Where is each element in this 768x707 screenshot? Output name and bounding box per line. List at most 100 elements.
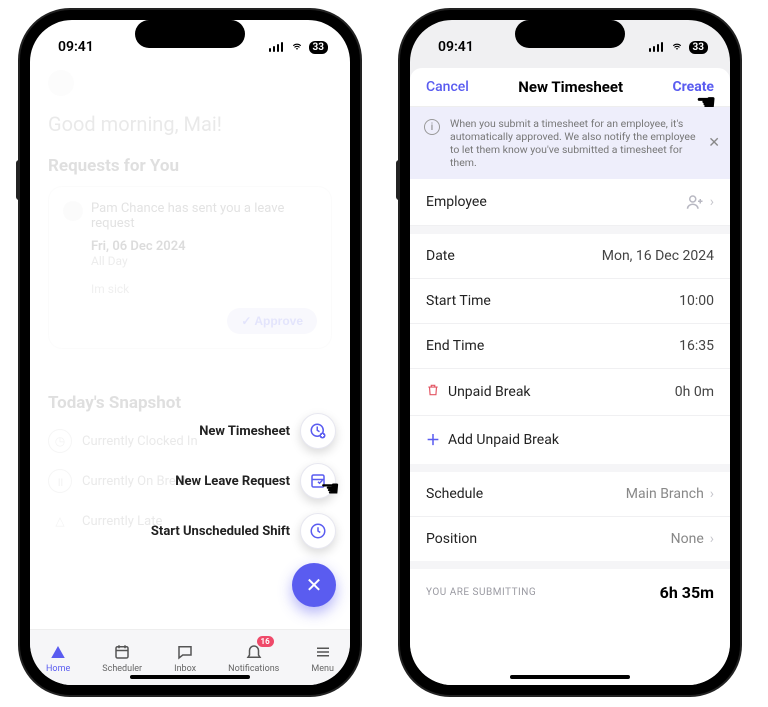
fab-shift-row[interactable]: Start Unscheduled Shift [151,513,336,549]
close-icon[interactable]: ✕ [708,135,720,151]
create-label: Create [672,79,714,95]
warning-icon: △ [48,509,72,533]
info-banner: i When you submit a timesheet for an emp… [410,107,730,179]
position-value: None [671,531,704,547]
approve-button[interactable]: ✓ Approve [227,308,317,334]
request-duration: All Day [91,254,317,268]
request-note: Im sick [91,282,317,296]
tab-scheduler[interactable]: Scheduler [102,642,142,674]
timesheet-form: Employee › Date Mon, 16 Dec 2024 Start T… [410,179,730,616]
date-label: Date [426,248,455,264]
employee-label: Employee [426,194,487,210]
fab-leave-row[interactable]: New Leave Request ☚ [175,463,336,499]
add-unpaid-label: Add Unpaid Break [448,432,559,448]
start-value: 10:00 [679,293,714,309]
signal-icon [649,42,665,52]
fab-timesheet-row[interactable]: New Timesheet [199,413,336,449]
tab-inbox-label: Inbox [174,664,196,674]
screen-home: 09:41 33 Good morning, Mai! Requests for… [30,20,350,685]
chat-icon [175,642,195,662]
schedule-label: Schedule [426,486,483,502]
menu-icon [313,642,333,662]
leave-request-icon[interactable] [300,463,336,499]
row-position[interactable]: Position None › [410,517,730,561]
calendar-icon [112,642,132,662]
cancel-button[interactable]: Cancel [426,79,469,95]
tab-home[interactable]: Home [46,642,70,674]
person-add-icon [686,193,704,211]
unscheduled-shift-icon[interactable] [300,513,336,549]
status-time: 09:41 [58,39,94,55]
phone-right: 09:41 33 Cancel New Timesheet Create ☚ i… [400,10,740,695]
submitting-label: YOU ARE SUBMITTING [426,587,536,598]
tab-notifications-label: Notifications [228,664,279,674]
submitting-value: 6h 35m [660,583,714,602]
wifi-icon [670,42,684,52]
fab-shift-label: Start Unscheduled Shift [151,524,290,539]
info-text: When you submit a timesheet for an emplo… [450,117,716,169]
start-label: Start Time [426,293,491,309]
unpaid-value: 0h 0m [675,384,714,400]
home-indicator [510,675,630,679]
phone-left: 09:41 33 Good morning, Mai! Requests for… [20,10,360,695]
status-time: 09:41 [438,39,474,55]
chevron-icon: › [710,531,714,547]
requester-avatar [63,201,83,221]
status-right: 33 [269,41,328,54]
trash-icon[interactable] [426,383,440,401]
requests-title: Requests for You [48,156,332,176]
greeting-prefix: Good morning, [48,112,179,136]
modal-title: New Timesheet [518,78,623,96]
request-card: Pam Chance has sent you a leave request … [48,186,332,349]
chevron-icon: › [710,194,714,210]
row-employee[interactable]: Employee › [410,179,730,226]
timesheet-icon[interactable] [300,413,336,449]
unpaid-label: Unpaid Break [448,384,531,400]
row-end-time[interactable]: End Time 16:35 [410,324,730,369]
battery-icon: 33 [309,41,328,54]
snapshot-title: Today's Snapshot [48,393,332,413]
fab-leave-label: New Leave Request [175,474,290,489]
signal-icon [269,42,285,52]
row-start-time[interactable]: Start Time 10:00 [410,279,730,324]
info-icon: i [424,119,440,135]
user-avatar [48,70,74,96]
wifi-icon [290,42,304,52]
tab-home-label: Home [46,664,70,674]
tab-scheduler-label: Scheduler [102,664,142,674]
greeting: Good morning, Mai! [48,112,332,136]
tab-menu[interactable]: Menu [311,642,334,674]
row-schedule[interactable]: Schedule Main Branch › [410,464,730,517]
battery-icon: 33 [689,41,708,54]
date-value: Mon, 16 Dec 2024 [602,248,714,264]
row-unpaid-break[interactable]: Unpaid Break 0h 0m [410,369,730,416]
request-date: Fri, 06 Dec 2024 [91,239,317,254]
home-indicator [130,675,250,679]
fab-timesheet-label: New Timesheet [199,424,290,439]
row-add-unpaid[interactable]: ＋ Add Unpaid Break [410,416,730,464]
row-date[interactable]: Date Mon, 16 Dec 2024 [410,226,730,279]
row-submitting: YOU ARE SUBMITTING 6h 35m [410,561,730,616]
position-label: Position [426,531,477,547]
bell-icon [244,642,264,662]
request-text: Pam Chance has sent you a leave request [91,201,317,231]
tab-menu-label: Menu [311,664,334,674]
notch [515,20,625,48]
pause-icon: ॥ [48,469,72,493]
chevron-icon: › [710,486,714,502]
screen-new-timesheet: 09:41 33 Cancel New Timesheet Create ☚ i… [410,20,730,685]
modal-header: Cancel New Timesheet Create ☚ [410,68,730,107]
tab-notifications[interactable]: Notifications [228,642,279,674]
notch [135,20,245,48]
schedule-value: Main Branch [626,486,704,502]
home-icon [48,642,68,662]
status-right: 33 [649,41,708,54]
fab-menu: New Timesheet New Leave Request ☚ Start … [151,413,336,607]
greeting-name: Mai! [184,112,222,136]
modal-sheet: Cancel New Timesheet Create ☚ i When you… [410,68,730,685]
tab-inbox[interactable]: Inbox [174,642,196,674]
fab-close-button[interactable]: ✕ [292,563,336,607]
clock-icon: ◷ [48,429,72,453]
plus-icon: ＋ [426,430,440,450]
create-button[interactable]: Create ☚ [672,79,714,95]
